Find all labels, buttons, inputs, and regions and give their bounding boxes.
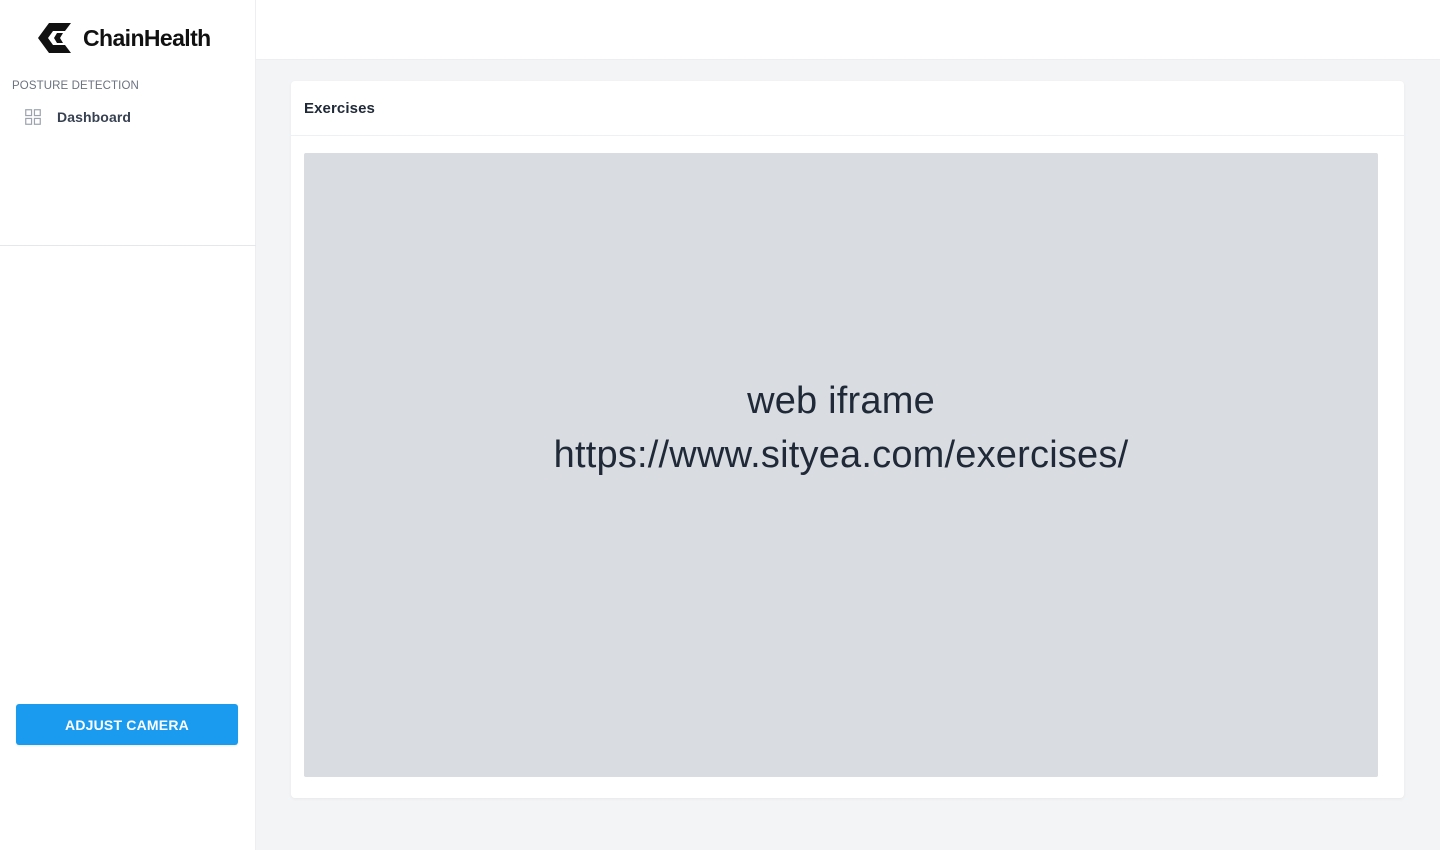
brand-name: ChainHealth	[83, 24, 211, 51]
app-root: ChainHealth POSTURE DETECTION Dashboard …	[0, 0, 1440, 850]
web-iframe[interactable]: web iframe https://www.sityea.com/exerci…	[304, 153, 1378, 777]
exercises-card: Exercises web iframe https://www.sityea.…	[291, 81, 1404, 798]
chain-c-logo-icon	[38, 23, 71, 53]
sidebar-item-dashboard[interactable]: Dashboard	[12, 104, 244, 130]
sidebar-divider	[0, 245, 256, 246]
brand[interactable]: ChainHealth	[37, 22, 211, 54]
card-header: Exercises	[291, 81, 1404, 136]
card-title: Exercises	[304, 99, 375, 117]
adjust-camera-button[interactable]: ADJUST CAMERA	[16, 704, 238, 745]
grid-icon	[25, 109, 41, 125]
top-bar	[256, 0, 1440, 60]
sidebar: ChainHealth POSTURE DETECTION Dashboard …	[0, 0, 256, 850]
section-label-posture-detection: POSTURE DETECTION	[12, 80, 139, 92]
iframe-label: web iframe	[747, 379, 935, 422]
sidebar-item-label: Dashboard	[57, 109, 132, 125]
iframe-url: https://www.sityea.com/exercises/	[553, 433, 1129, 476]
